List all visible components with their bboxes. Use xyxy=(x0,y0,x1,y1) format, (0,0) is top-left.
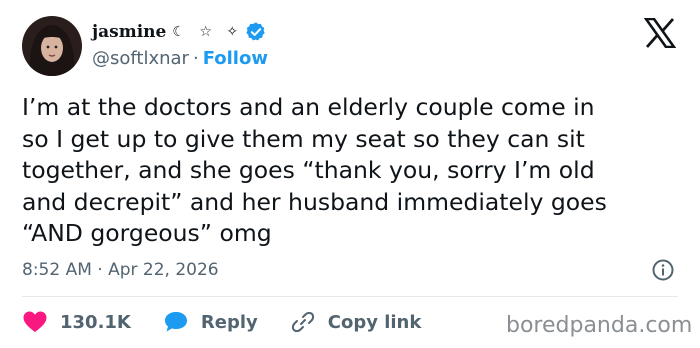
heart-icon xyxy=(23,311,47,332)
like-button[interactable]: 130.1K xyxy=(22,310,131,334)
x-logo-icon[interactable] xyxy=(644,18,676,48)
avatar[interactable] xyxy=(22,16,82,76)
link-icon xyxy=(291,311,314,333)
separator: · xyxy=(192,48,199,69)
display-name[interactable]: jasmine xyxy=(92,22,166,42)
tweet-text: I’m at the doctors and an elderly couple… xyxy=(22,93,607,247)
avatar-photo xyxy=(29,25,75,76)
handle-row: @softlxnar · Follow xyxy=(92,47,268,71)
name-decoration: ☾ ☆ ✧ xyxy=(172,24,244,40)
author-name-row: jasmine ☾ ☆ ✧ xyxy=(92,18,267,46)
like-count: 130.1K xyxy=(60,311,131,333)
timestamp[interactable]: 8:52 AM · Apr 22, 2026 xyxy=(22,258,219,282)
divider xyxy=(22,296,678,297)
reply-button[interactable]: Reply xyxy=(163,310,258,334)
speech-bubble-icon xyxy=(164,312,187,332)
verified-badge-icon xyxy=(246,22,265,41)
follow-button[interactable]: Follow xyxy=(203,48,268,69)
watermark: boredpanda.com xyxy=(506,313,693,338)
info-icon[interactable] xyxy=(651,258,675,282)
reply-label: Reply xyxy=(200,311,258,333)
copy-link-label: Copy link xyxy=(327,311,422,333)
copy-link-button[interactable]: Copy link xyxy=(290,310,422,334)
action-bar: 130.1K Reply Copy link xyxy=(22,309,453,335)
handle[interactable]: @softlxnar xyxy=(92,48,189,69)
